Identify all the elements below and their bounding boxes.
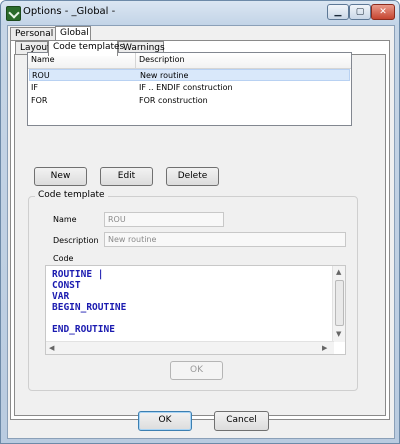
- minimize-icon: ▁: [334, 7, 342, 17]
- close-button[interactable]: ✕: [371, 4, 395, 20]
- column-divider[interactable]: [135, 53, 136, 68]
- code-label: Code: [53, 254, 74, 263]
- cancel-button[interactable]: Cancel: [214, 411, 269, 431]
- scroll-right-icon[interactable]: ▶: [322, 344, 327, 352]
- scroll-down-icon[interactable]: ▼: [336, 330, 341, 338]
- code-line: ROUTINE |: [52, 269, 104, 280]
- tab-code-templates[interactable]: Code templates: [48, 40, 124, 56]
- list-item[interactable]: FOR FOR construction: [29, 95, 350, 107]
- code-line: BEGIN_ROUTINE: [52, 302, 127, 313]
- scroll-up-icon[interactable]: ▲: [336, 268, 341, 276]
- list-item[interactable]: ROU New routine: [29, 69, 350, 81]
- list-item-name: ROU: [32, 71, 50, 80]
- maximize-button[interactable]: ▢: [349, 4, 371, 20]
- column-header-name[interactable]: Name: [31, 55, 55, 64]
- description-label: Description: [53, 236, 99, 245]
- window-title: Options - _Global -: [23, 6, 116, 17]
- code-line: CONST: [52, 280, 81, 291]
- ok-button[interactable]: OK: [138, 411, 192, 431]
- close-icon: ✕: [379, 7, 387, 17]
- options-window: Options - _Global - ▁ ▢ ✕ Personal Globa…: [0, 0, 400, 444]
- list-item-name: FOR: [31, 96, 48, 105]
- vertical-scroll-thumb[interactable]: [335, 280, 344, 326]
- list-item-description: FOR construction: [139, 96, 208, 105]
- list-item-name: IF: [31, 83, 38, 92]
- code-template-legend: Code template: [35, 190, 108, 200]
- list-item-description: IF .. ENDIF construction: [139, 83, 233, 92]
- name-label: Name: [53, 215, 77, 224]
- name-field[interactable]: ROU: [104, 212, 224, 227]
- new-button[interactable]: New: [34, 167, 87, 186]
- tab-personal[interactable]: Personal: [10, 27, 56, 41]
- horizontal-scrollbar[interactable]: ◀ ▶: [46, 341, 334, 354]
- vertical-scrollbar[interactable]: ▲ ▼: [332, 266, 345, 342]
- code-line: END_ROUTINE: [52, 324, 115, 335]
- scroll-left-icon[interactable]: ◀: [49, 344, 54, 352]
- title-bar[interactable]: Options - _Global - ▁ ▢ ✕: [1, 1, 399, 25]
- template-ok-button[interactable]: OK: [170, 361, 223, 380]
- templates-list[interactable]: Name Description ROU New routine IF IF .…: [27, 52, 352, 126]
- delete-button[interactable]: Delete: [166, 167, 219, 186]
- code-editor[interactable]: ROUTINE | CONST VAR BEGIN_ROUTINE END_RO…: [45, 265, 346, 355]
- list-item-description: New routine: [140, 71, 189, 80]
- description-field[interactable]: New routine: [104, 232, 346, 247]
- edit-button[interactable]: Edit: [100, 167, 153, 186]
- list-item[interactable]: IF IF .. ENDIF construction: [29, 82, 350, 94]
- code-line: VAR: [52, 291, 70, 302]
- minimize-button[interactable]: ▁: [327, 4, 349, 20]
- app-icon: [6, 6, 21, 21]
- maximize-icon: ▢: [355, 7, 365, 17]
- column-header-description[interactable]: Description: [139, 55, 185, 64]
